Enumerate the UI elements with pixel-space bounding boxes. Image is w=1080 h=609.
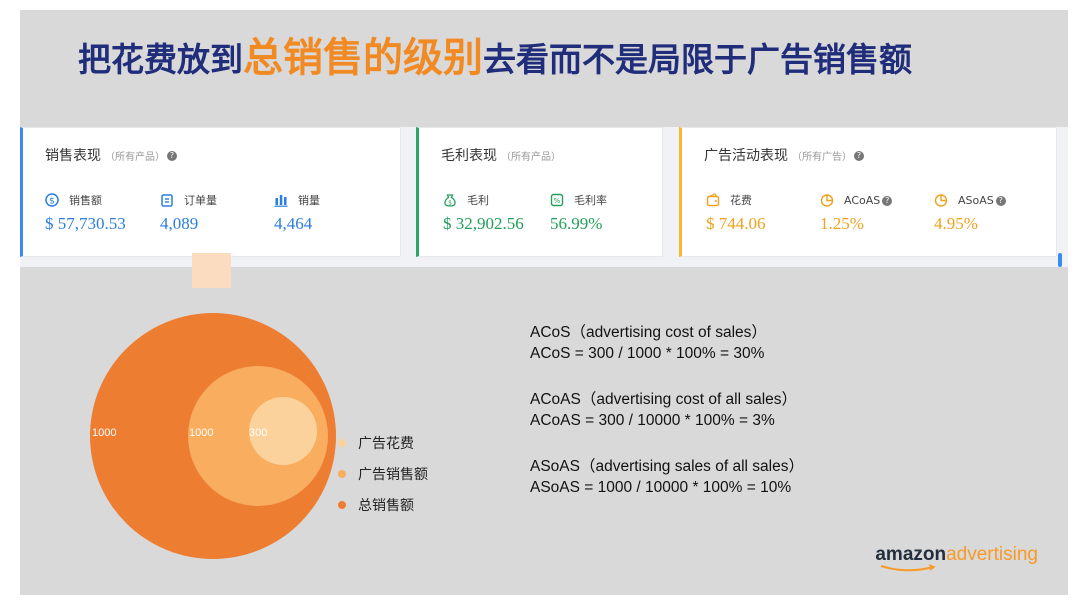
brand-part1: amazon [875,544,947,565]
formula-expression: ACoAS = 300 / 10000 * 100% = 3% [530,412,775,429]
formula-title: ACoS（advertising cost of sales） [530,324,767,341]
legend-label: 总销售额 [358,498,414,514]
slide: 把花费放到总销售的级别去看而不是局限于广告销售额 销售表现 （所有产品）? $ 销售… [20,10,1068,595]
ad-spend-value: 300 [249,427,267,439]
total-sales-value: 1000 [92,427,116,439]
formula-asoas: ASoAS（advertising sales of all sales） AS… [530,456,804,498]
legend-item-ad-spend: 广告花费 [338,432,428,463]
formula-expression: ASoAS = 1000 / 10000 * 100% = 10% [530,479,792,496]
amazon-advertising-logo: amazonadvertising [875,544,1038,572]
legend-label: 广告销售额 [358,467,428,483]
legend-dot [338,470,346,478]
formulas: ACoS（advertising cost of sales） ACoS = 3… [530,322,804,523]
ad-sales-value: 1000 [189,427,213,439]
formula-acoas: ACoAS（advertising cost of all sales） ACo… [530,389,804,431]
brand-part2: advertising [946,544,1038,565]
legend-dot [338,501,346,509]
legend-label: 广告花费 [358,436,414,452]
legend: 广告花费 广告销售额 总销售额 [338,432,428,525]
formula-acos: ACoS（advertising cost of sales） ACoS = 3… [530,322,804,364]
formula-title: ASoAS（advertising sales of all sales） [530,458,804,475]
formula-title: ACoAS（advertising cost of all sales） [530,391,798,408]
legend-item-total-sales: 总销售额 [338,494,428,525]
formula-expression: ACoS = 300 / 1000 * 100% = 30% [530,345,765,362]
smile-arrow-icon [881,564,936,572]
legend-item-ad-sales: 广告销售额 [338,463,428,494]
legend-dot [338,439,346,447]
